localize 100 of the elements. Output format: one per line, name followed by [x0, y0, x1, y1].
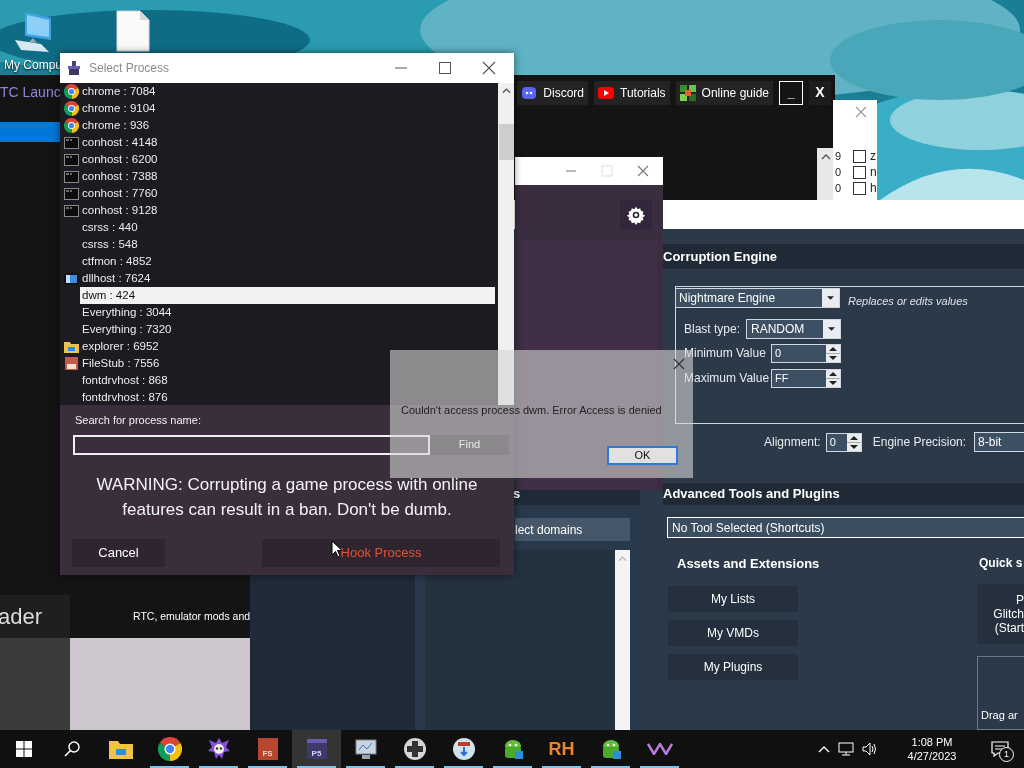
console-icon	[63, 204, 79, 217]
field-label: Engine Precision:	[872, 434, 967, 452]
asset-button[interactable]: My VMDs	[668, 619, 798, 646]
taskbar-app[interactable]: P5	[292, 730, 341, 768]
link-button[interactable]: Discord	[517, 80, 589, 105]
engine-description: Replaces or edits values	[848, 294, 968, 310]
checkbox[interactable]	[853, 149, 866, 163]
process-item[interactable]: conhost : 7388	[80, 168, 495, 185]
process-item[interactable]: explorer : 6952	[80, 338, 495, 355]
process-item[interactable]: chrome : 7084	[80, 83, 495, 100]
minimize-button[interactable]: _	[779, 80, 803, 105]
process-item[interactable]: conhost : 6200	[80, 151, 495, 168]
chrome-icon	[63, 118, 79, 133]
search-field[interactable]	[73, 434, 430, 455]
domains-button[interactable]: lect domains	[515, 518, 630, 541]
tiles-icon	[679, 84, 696, 101]
asset-button[interactable]: My Plugins	[668, 653, 798, 680]
process-item[interactable]: Everything : 7320	[80, 321, 495, 338]
process-item[interactable]: FileStub : 7556	[80, 355, 495, 372]
process-item[interactable]: chrome : 936	[80, 117, 495, 134]
volume-icon[interactable]	[862, 742, 878, 756]
close-icon[interactable]	[673, 358, 685, 370]
engine-dropdown[interactable]: Nightmare Engine	[675, 288, 840, 309]
settings-icon	[626, 205, 646, 225]
process-item[interactable]: conhost : 4148	[80, 134, 495, 151]
process-item[interactable]: csrss : 548	[80, 236, 495, 253]
notification-badge: 1	[999, 747, 1014, 762]
taskbar-app[interactable]: FS	[243, 730, 292, 768]
spinner-arrows-icon[interactable]	[826, 370, 840, 387]
desktop-icon-label[interactable]: My Compu	[4, 58, 62, 72]
taskbar-app[interactable]: RH	[537, 730, 586, 768]
message-icon	[991, 741, 1009, 757]
window-icon	[63, 272, 79, 285]
cancel-button[interactable]: Cancel	[72, 538, 165, 567]
number-field[interactable]: FF	[771, 369, 841, 388]
scrollbar[interactable]	[498, 83, 514, 405]
number-field[interactable]: 0	[825, 433, 862, 452]
close-icon[interactable]	[637, 165, 649, 177]
scrollbar[interactable]	[615, 550, 630, 730]
process-item[interactable]: conhost : 9128	[80, 202, 495, 219]
hook-process-button[interactable]: Hook Process	[262, 538, 500, 567]
chat-icon	[521, 84, 538, 101]
tool-dropdown[interactable]: No Tool Selected (Shortcuts)	[667, 517, 1024, 538]
chrome-icon	[63, 101, 79, 116]
spinner-arrows-icon[interactable]	[846, 434, 861, 451]
console-icon	[63, 153, 79, 166]
app-icon: P5	[306, 739, 327, 759]
clock-date: 4/27/2023	[907, 749, 957, 763]
checkbox[interactable]	[853, 165, 866, 179]
settings-button[interactable]	[620, 200, 652, 230]
search-icon	[64, 741, 80, 757]
close-icon[interactable]	[482, 61, 496, 75]
scroll-up-icon[interactable]	[501, 88, 511, 94]
spinner-arrows-icon[interactable]	[826, 345, 840, 362]
chevron-up-icon[interactable]	[818, 745, 830, 753]
field-label: Minimum Value	[684, 345, 767, 363]
asset-button[interactable]: My Lists	[668, 585, 798, 612]
process-item[interactable]: fontdrvhost : 868	[80, 372, 495, 389]
section-title: Corruption Engine	[663, 248, 778, 267]
file-icon[interactable]	[116, 10, 150, 52]
notifications-button[interactable]: 1	[980, 730, 1020, 768]
close-button[interactable]: X	[809, 80, 831, 105]
caret-icon	[828, 327, 835, 331]
clock[interactable]: 1:08 PM 4/27/2023	[892, 735, 972, 763]
link-button[interactable]: Online guide	[675, 80, 773, 105]
computer-icon[interactable]	[13, 10, 53, 54]
app-icon	[66, 60, 82, 76]
row-value: 0	[835, 180, 843, 196]
number-field[interactable]: 0	[771, 344, 841, 363]
link-button[interactable]: Tutorials	[594, 80, 670, 105]
row-label: z	[870, 148, 876, 165]
maximize-icon[interactable]	[438, 61, 452, 75]
clock-time: 1:08 PM	[911, 735, 953, 749]
drop-hint: Drag ar	[981, 707, 1018, 723]
process-item[interactable]: conhost : 7760	[80, 185, 495, 202]
process-item[interactable]: dllhost : 7624	[80, 270, 495, 287]
launcher-title: TC Launc	[0, 83, 61, 102]
process-item[interactable]: dwm : 424	[80, 287, 495, 304]
cursor-icon	[331, 540, 343, 558]
scroll-up-icon[interactable]	[821, 154, 831, 160]
process-item[interactable]: Everything : 3044	[80, 304, 495, 321]
column-title: Assets and Extensions	[676, 555, 820, 573]
console-icon	[63, 187, 79, 200]
app-logo: RH	[548, 740, 575, 758]
process-item[interactable]: csrss : 440	[80, 219, 495, 236]
process-item[interactable]: fontdrvhost : 876	[80, 389, 495, 405]
network-icon[interactable]	[838, 742, 854, 756]
section-title: Advanced Tools and Plugins	[663, 485, 840, 504]
glitch-button[interactable]: P Glitch (Start	[977, 584, 1024, 644]
console-icon	[63, 136, 79, 149]
play-icon	[598, 86, 615, 99]
precision-dropdown[interactable]: 8-bit	[974, 432, 1024, 453]
process-item[interactable]: ctfmon : 4852	[80, 253, 495, 270]
row-label: h	[870, 180, 877, 197]
blast-type-dropdown[interactable]: RANDOM	[746, 319, 841, 339]
chrome-icon	[157, 737, 182, 761]
gamepad-icon	[402, 737, 427, 761]
process-item[interactable]: chrome : 9104	[80, 100, 495, 117]
scroll-thumb[interactable]	[498, 124, 514, 160]
checkbox[interactable]	[853, 181, 866, 195]
